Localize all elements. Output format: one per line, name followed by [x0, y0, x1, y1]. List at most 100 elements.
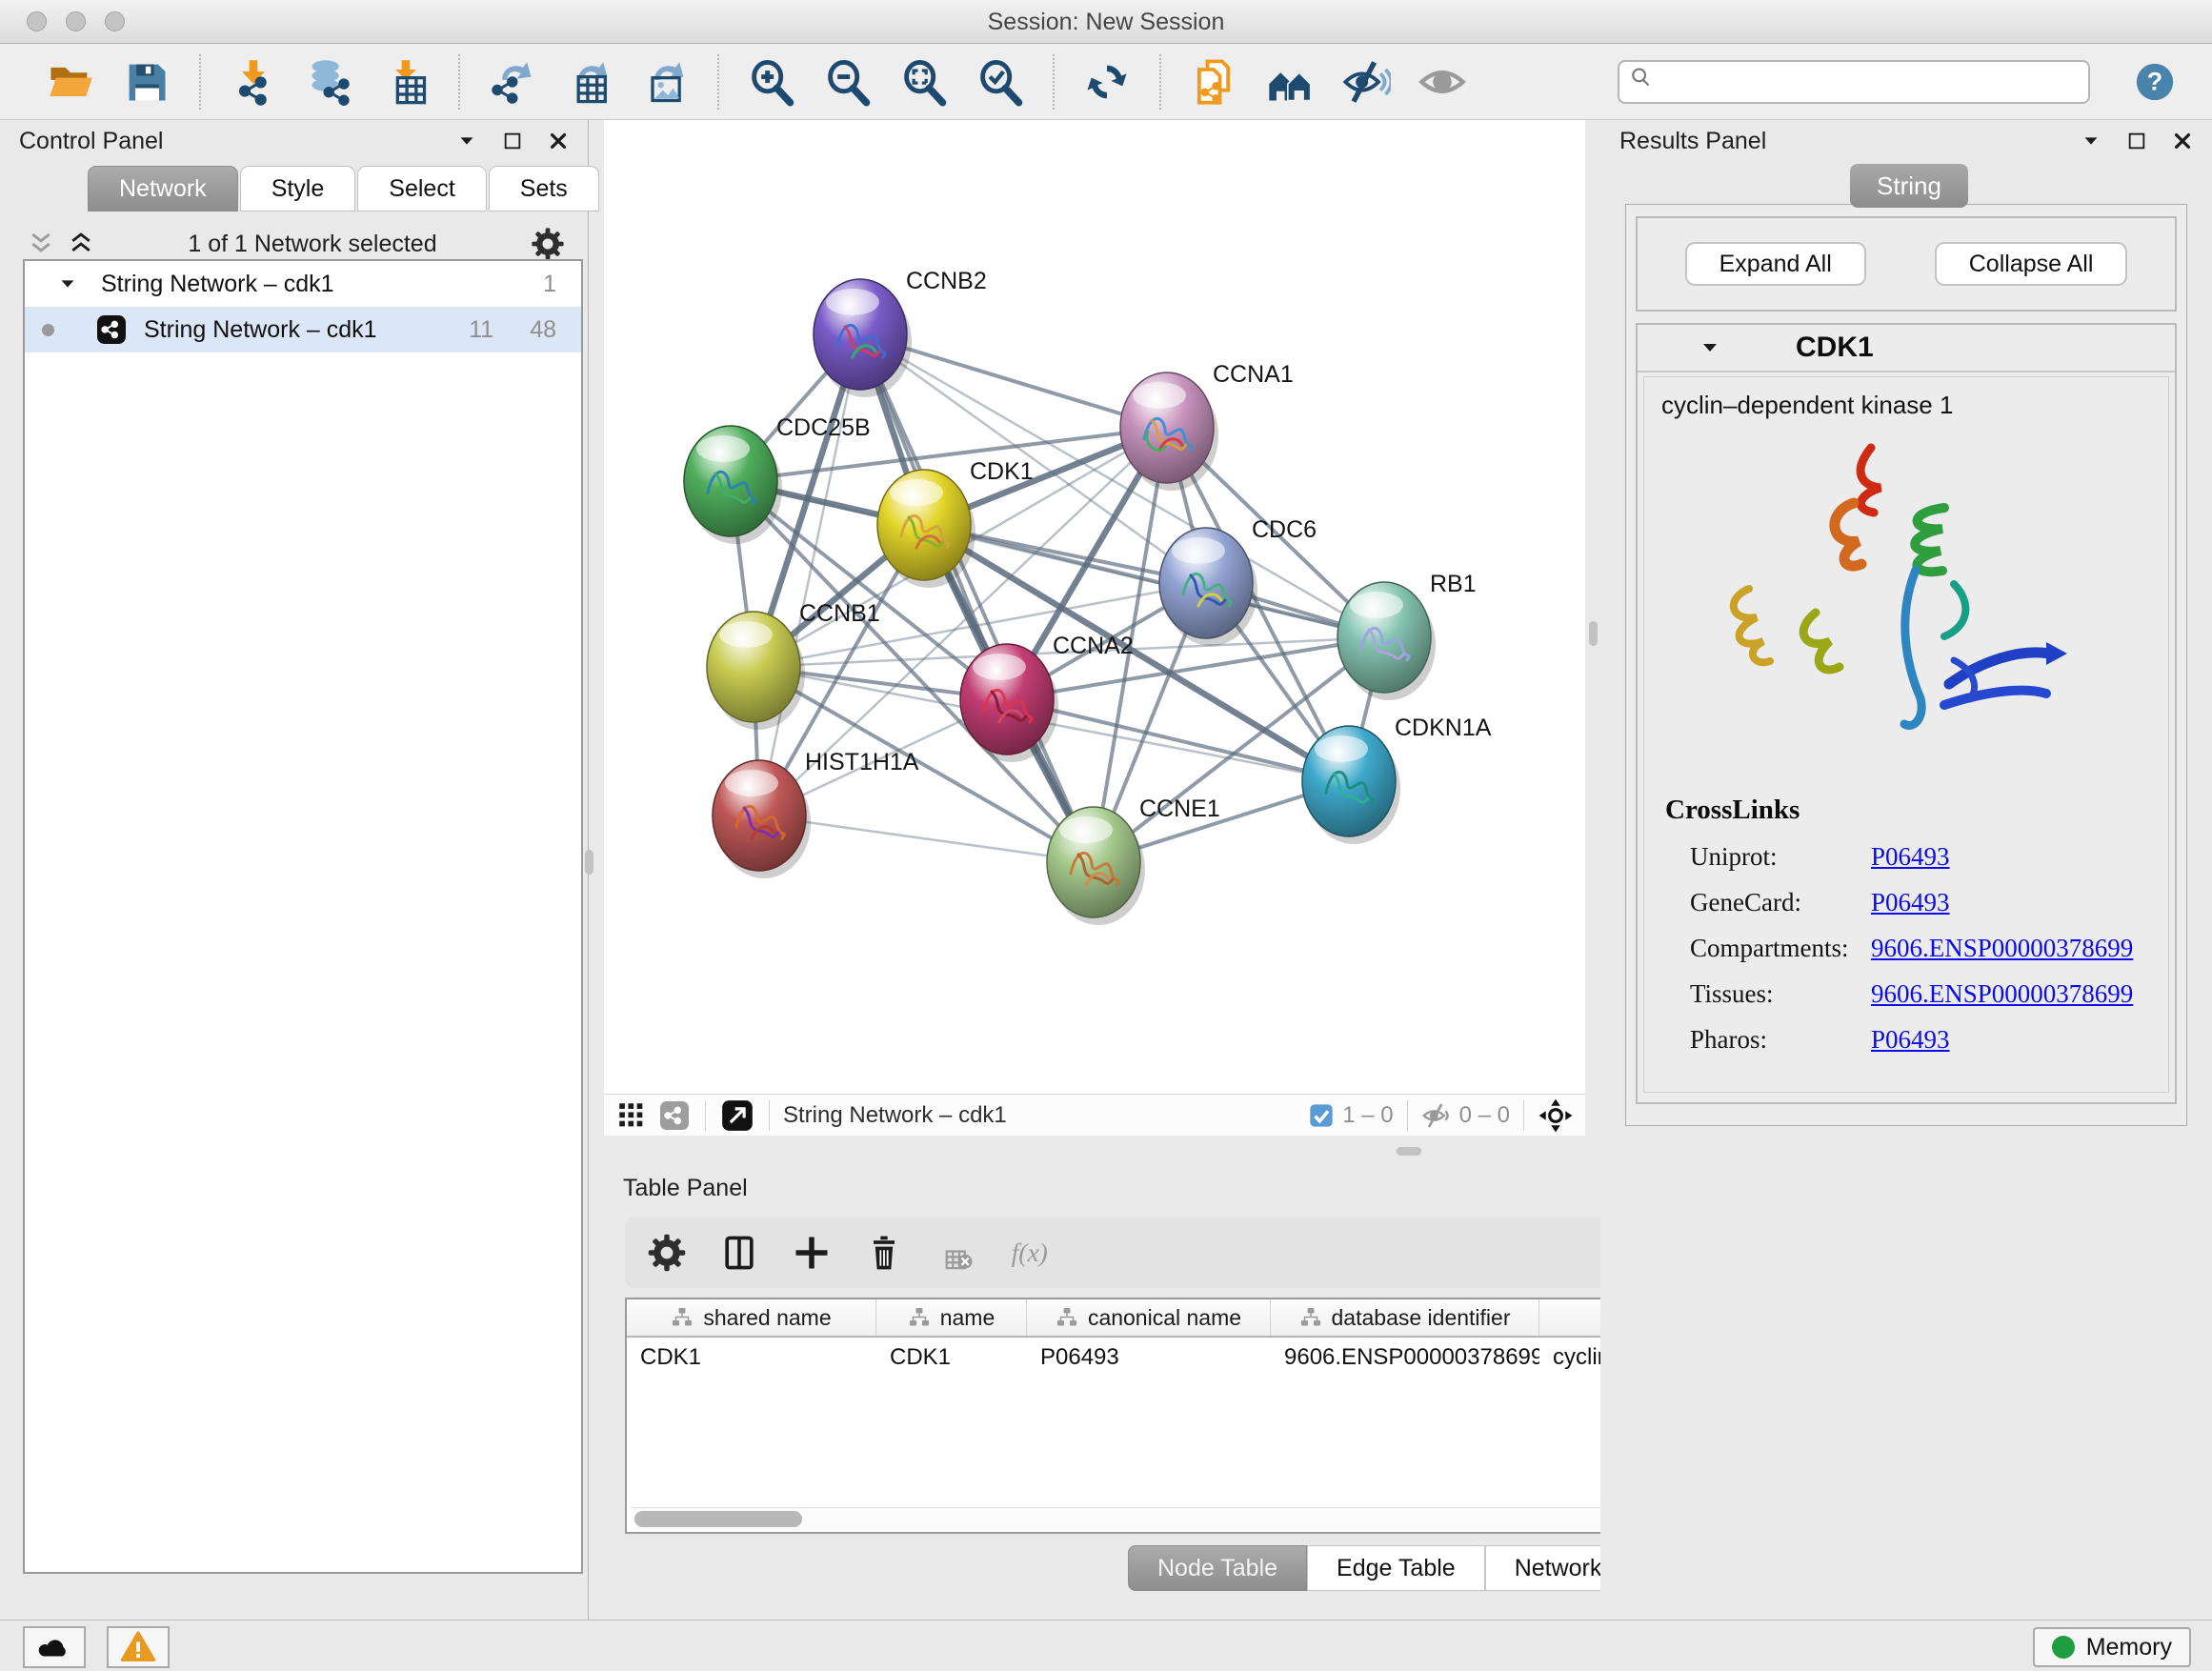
tab-select[interactable]: Select [357, 166, 486, 211]
export-table-button[interactable] [561, 54, 616, 110]
control-panel: Control Panel NetworkStyleSelectSets 1 o… [0, 120, 589, 1620]
collection-expand-icon[interactable] [57, 273, 78, 294]
float-panel-icon[interactable] [502, 131, 523, 151]
add-column-button[interactable] [791, 1232, 833, 1274]
hidden-eye-icon[interactable] [1421, 1100, 1452, 1131]
refresh-button[interactable] [1079, 54, 1135, 110]
network-options-gear-icon[interactable] [530, 226, 566, 262]
zoom-window-button[interactable] [105, 11, 125, 31]
search-input[interactable] [1661, 69, 2079, 95]
expand-all-networks-icon[interactable] [67, 230, 95, 258]
zoom-selected-button[interactable] [973, 54, 1028, 110]
node-CCNB2[interactable]: CCNB2 [814, 268, 987, 397]
gene-collapse-icon[interactable] [1699, 336, 1721, 359]
tab-style[interactable]: Style [240, 166, 356, 211]
edge-CCNB2-HIST1H1A[interactable] [759, 334, 860, 815]
collapse-all-button[interactable]: Collapse All [1935, 242, 2128, 286]
delete-column-button[interactable] [863, 1232, 905, 1274]
table-options-button[interactable] [646, 1232, 688, 1274]
node-label: CDC25B [776, 414, 871, 441]
node-label: CCNA1 [1213, 361, 1294, 388]
right-splitter-handle[interactable] [1589, 621, 1598, 646]
node-RB1[interactable]: RB1 [1337, 571, 1477, 700]
network-row[interactable]: String Network – cdk1 11 48 [25, 307, 581, 352]
node-HIST1H1A[interactable]: HIST1H1A [713, 749, 919, 878]
close-window-button[interactable] [27, 11, 47, 31]
show-hide-button[interactable] [1338, 54, 1394, 110]
import-database-button[interactable] [302, 54, 357, 110]
column-header-name[interactable]: name [876, 1299, 1027, 1336]
show-columns-button[interactable] [718, 1232, 760, 1274]
node-CCNB1[interactable]: CCNB1 [707, 600, 880, 730]
toolbar-separator [717, 54, 719, 110]
open-folder-button[interactable] [43, 54, 98, 110]
edge-CCNB2-CCNE1[interactable] [860, 334, 1094, 862]
minimize-window-button[interactable] [66, 11, 86, 31]
node-CDC6[interactable]: CDC6 [1159, 516, 1317, 646]
detach-view-icon[interactable] [719, 1097, 755, 1134]
toolbar-separator [199, 54, 201, 110]
crosslink-link[interactable]: 9606.ENSP00000378699 [1871, 979, 2133, 1009]
column-header-database-identifier[interactable]: database identifier [1271, 1299, 1539, 1336]
zoom-fit-button[interactable] [896, 54, 952, 110]
export-image-button[interactable] [637, 54, 693, 110]
save-button[interactable] [119, 54, 174, 110]
node-label: RB1 [1430, 571, 1477, 597]
close-panel-icon[interactable] [548, 131, 569, 151]
node-label: CDK1 [970, 458, 1034, 485]
selected-checkbox-icon[interactable] [1308, 1102, 1335, 1129]
node-CDC25B[interactable]: CDC25B [684, 414, 871, 544]
network-collection-row[interactable]: String Network – cdk1 1 [25, 261, 581, 307]
node-label: CCNE1 [1139, 795, 1220, 822]
node-CCNE1[interactable]: CCNE1 [1047, 795, 1220, 925]
column-header-canonical-name[interactable]: canonical name [1027, 1299, 1271, 1336]
tab-node-table[interactable]: Node Table [1128, 1545, 1307, 1591]
column-type-icon [1299, 1306, 1322, 1329]
float-panel-icon[interactable] [2126, 131, 2147, 151]
node-CDKN1A[interactable]: CDKN1A [1302, 715, 1492, 844]
zoom-out-button[interactable] [820, 54, 875, 110]
table-cell: P06493 [1027, 1338, 1271, 1378]
close-panel-icon[interactable] [2172, 131, 2193, 151]
crosslink-link[interactable]: P06493 [1871, 1025, 1950, 1055]
crosslink-link[interactable]: 9606.ENSP00000378699 [1871, 934, 2133, 963]
first-neighbors-button[interactable] [1262, 54, 1317, 110]
panel-menu-icon[interactable] [2081, 131, 2101, 151]
tab-string[interactable]: String [1850, 164, 1968, 208]
fit-content-crosshair-icon[interactable] [1538, 1097, 1574, 1134]
tab-sets[interactable]: Sets [489, 166, 599, 211]
preview-eye-button[interactable] [1415, 54, 1470, 110]
crosslink-link[interactable]: P06493 [1871, 888, 1950, 917]
crosslink-link[interactable]: P06493 [1871, 842, 1950, 872]
import-network-button[interactable] [226, 54, 281, 110]
help-button[interactable]: ? [2127, 54, 2182, 110]
snapshot-button[interactable] [1186, 54, 1241, 110]
bottom-splitter-handle[interactable] [1397, 1147, 1421, 1156]
warnings-button[interactable] [107, 1626, 170, 1668]
tab-edge-table[interactable]: Edge Table [1307, 1545, 1485, 1591]
collapse-all-networks-icon[interactable] [27, 230, 55, 258]
network-selection-status: 1 of 1 Network selected [95, 231, 530, 258]
export-network-button[interactable] [485, 54, 540, 110]
memory-button[interactable]: Memory [2033, 1627, 2191, 1667]
delete-table-icon [935, 1232, 977, 1274]
expand-all-button[interactable]: Expand All [1685, 242, 1866, 286]
memory-label: Memory [2086, 1634, 2172, 1661]
function-builder-icon: f(x) [1008, 1232, 1050, 1274]
left-splitter-handle[interactable] [585, 850, 593, 875]
cloud-button[interactable] [23, 1626, 86, 1668]
zoom-in-button[interactable] [744, 54, 799, 110]
tab-network[interactable]: Network [88, 166, 238, 211]
delete-table-button[interactable] [935, 1232, 977, 1274]
import-table-button[interactable] [378, 54, 433, 110]
column-header-shared-name[interactable]: shared name [627, 1299, 876, 1336]
function-builder-button[interactable]: f(x) [1008, 1232, 1050, 1274]
results-panel: Results Panel String Expand All Collapse… [1600, 120, 2212, 1620]
node-CDK1[interactable]: CDK1 [877, 458, 1034, 588]
node-CCNA1[interactable]: CCNA1 [1120, 361, 1294, 491]
network-status-dot [42, 324, 54, 336]
grid-view-icon[interactable] [615, 1099, 648, 1132]
network-canvas[interactable]: CCNB2CCNA1CDC25BCDK1CDC6RB1CCNB1CCNA2CDK… [604, 120, 1585, 1094]
column-type-icon [671, 1306, 694, 1329]
panel-menu-icon[interactable] [456, 131, 477, 151]
